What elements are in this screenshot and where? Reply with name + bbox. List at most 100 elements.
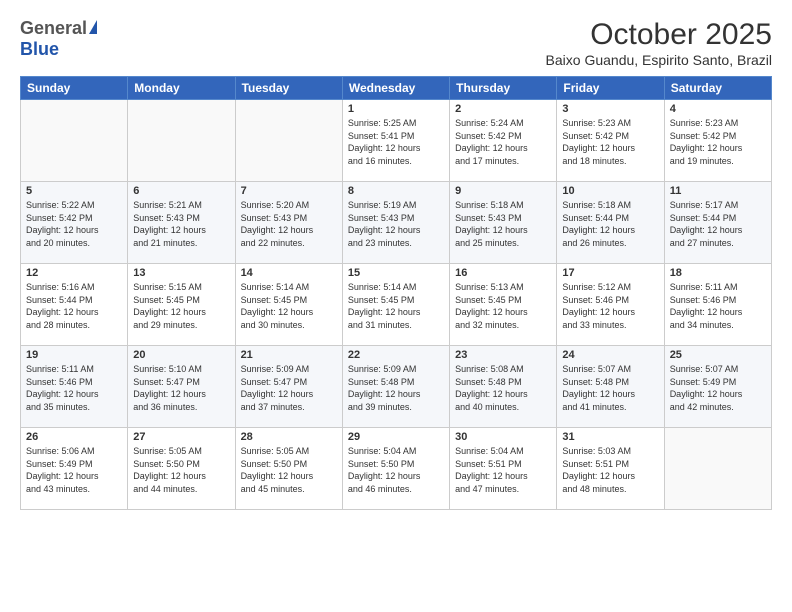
day-number: 22 bbox=[348, 349, 444, 361]
day-info: Sunrise: 5:14 AM Sunset: 5:45 PM Dayligh… bbox=[348, 281, 444, 331]
day-info: Sunrise: 5:20 AM Sunset: 5:43 PM Dayligh… bbox=[241, 199, 337, 249]
day-info: Sunrise: 5:09 AM Sunset: 5:48 PM Dayligh… bbox=[348, 363, 444, 413]
day-number: 11 bbox=[670, 185, 766, 197]
day-cell-1-7: 4Sunrise: 5:23 AM Sunset: 5:42 PM Daylig… bbox=[664, 100, 771, 182]
day-info: Sunrise: 5:19 AM Sunset: 5:43 PM Dayligh… bbox=[348, 199, 444, 249]
day-cell-1-1 bbox=[21, 100, 128, 182]
day-info: Sunrise: 5:18 AM Sunset: 5:43 PM Dayligh… bbox=[455, 199, 551, 249]
day-cell-5-6: 31 Sunrise: 5:03 AM Sunset: 5:51 PM Dayli… bbox=[557, 428, 664, 510]
day-number: 16 bbox=[455, 267, 551, 279]
header-wednesday: Wednesday bbox=[342, 77, 449, 100]
day-cell-1-4: 1Sunrise: 5:25 AM Sunset: 5:41 PM Daylig… bbox=[342, 100, 449, 182]
week-row-2: 5 Sunrise: 5:22 AM Sunset: 5:42 PM Daylig… bbox=[21, 182, 772, 264]
day-info: Sunrise: 5:24 AM Sunset: 5:42 PM Dayligh… bbox=[455, 117, 551, 167]
day-info: Sunrise: 5:11 AM Sunset: 5:46 PM Dayligh… bbox=[26, 363, 122, 413]
day-number: 21 bbox=[241, 349, 337, 361]
day-number: 27 bbox=[133, 431, 229, 443]
day-cell-3-5: 16 Sunrise: 5:13 AM Sunset: 5:45 PM Dayli… bbox=[450, 264, 557, 346]
day-cell-3-1: 12 Sunrise: 5:16 AM Sunset: 5:44 PM Dayli… bbox=[21, 264, 128, 346]
header-tuesday: Tuesday bbox=[235, 77, 342, 100]
day-cell-4-5: 23Sunrise: 5:08 AM Sunset: 5:48 PM Dayli… bbox=[450, 346, 557, 428]
day-info: Sunrise: 5:12 AM Sunset: 5:46 PM Dayligh… bbox=[562, 281, 658, 331]
day-cell-1-6: 3 Sunrise: 5:23 AM Sunset: 5:42 PM Daylig… bbox=[557, 100, 664, 182]
day-info: Sunrise: 5:06 AM Sunset: 5:49 PM Dayligh… bbox=[26, 445, 122, 495]
day-cell-4-1: 19 Sunrise: 5:11 AM Sunset: 5:46 PM Dayli… bbox=[21, 346, 128, 428]
day-info: Sunrise: 5:04 AM Sunset: 5:51 PM Dayligh… bbox=[455, 445, 551, 495]
day-cell-4-6: 24 Sunrise: 5:07 AM Sunset: 5:48 PM Dayli… bbox=[557, 346, 664, 428]
day-cell-2-7: 11 Sunrise: 5:17 AM Sunset: 5:44 PM Dayli… bbox=[664, 182, 771, 264]
day-number: 9 bbox=[455, 185, 551, 197]
day-info: Sunrise: 5:18 AM Sunset: 5:44 PM Dayligh… bbox=[562, 199, 658, 249]
day-cell-4-7: 25Sunrise: 5:07 AM Sunset: 5:49 PM Dayli… bbox=[664, 346, 771, 428]
day-cell-3-7: 18Sunrise: 5:11 AM Sunset: 5:46 PM Dayli… bbox=[664, 264, 771, 346]
day-info: Sunrise: 5:23 AM Sunset: 5:42 PM Dayligh… bbox=[562, 117, 658, 167]
month-title: October 2025 bbox=[546, 18, 772, 52]
day-number: 8 bbox=[348, 185, 444, 197]
day-info: Sunrise: 5:23 AM Sunset: 5:42 PM Dayligh… bbox=[670, 117, 766, 167]
day-number: 28 bbox=[241, 431, 337, 443]
logo-text: General bbox=[20, 18, 97, 39]
day-cell-3-3: 14Sunrise: 5:14 AM Sunset: 5:45 PM Dayli… bbox=[235, 264, 342, 346]
day-info: Sunrise: 5:11 AM Sunset: 5:46 PM Dayligh… bbox=[670, 281, 766, 331]
day-cell-2-6: 10 Sunrise: 5:18 AM Sunset: 5:44 PM Dayli… bbox=[557, 182, 664, 264]
day-info: Sunrise: 5:13 AM Sunset: 5:45 PM Dayligh… bbox=[455, 281, 551, 331]
day-cell-3-6: 17 Sunrise: 5:12 AM Sunset: 5:46 PM Dayli… bbox=[557, 264, 664, 346]
day-info: Sunrise: 5:21 AM Sunset: 5:43 PM Dayligh… bbox=[133, 199, 229, 249]
day-cell-2-1: 5 Sunrise: 5:22 AM Sunset: 5:42 PM Daylig… bbox=[21, 182, 128, 264]
header-saturday: Saturday bbox=[664, 77, 771, 100]
day-number: 30 bbox=[455, 431, 551, 443]
day-info: Sunrise: 5:05 AM Sunset: 5:50 PM Dayligh… bbox=[133, 445, 229, 495]
logo-blue: Blue bbox=[20, 39, 59, 60]
logo-triangle-icon bbox=[89, 20, 97, 34]
day-number: 3 bbox=[562, 103, 658, 115]
title-block: October 2025 Baixo Guandu, Espirito Sant… bbox=[546, 18, 772, 68]
day-info: Sunrise: 5:22 AM Sunset: 5:42 PM Dayligh… bbox=[26, 199, 122, 249]
header: General Blue October 2025 Baixo Guandu, … bbox=[20, 18, 772, 68]
day-info: Sunrise: 5:10 AM Sunset: 5:47 PM Dayligh… bbox=[133, 363, 229, 413]
day-number: 19 bbox=[26, 349, 122, 361]
day-cell-1-2 bbox=[128, 100, 235, 182]
day-cell-5-4: 29Sunrise: 5:04 AM Sunset: 5:50 PM Dayli… bbox=[342, 428, 449, 510]
day-info: Sunrise: 5:17 AM Sunset: 5:44 PM Dayligh… bbox=[670, 199, 766, 249]
day-cell-4-2: 20 Sunrise: 5:10 AM Sunset: 5:47 PM Dayli… bbox=[128, 346, 235, 428]
day-number: 12 bbox=[26, 267, 122, 279]
day-number: 24 bbox=[562, 349, 658, 361]
day-number: 5 bbox=[26, 185, 122, 197]
day-info: Sunrise: 5:07 AM Sunset: 5:49 PM Dayligh… bbox=[670, 363, 766, 413]
day-cell-2-3: 7 Sunrise: 5:20 AM Sunset: 5:43 PM Daylig… bbox=[235, 182, 342, 264]
day-info: Sunrise: 5:08 AM Sunset: 5:48 PM Dayligh… bbox=[455, 363, 551, 413]
day-cell-1-3 bbox=[235, 100, 342, 182]
calendar: Sunday Monday Tuesday Wednesday Thursday… bbox=[20, 76, 772, 510]
week-row-4: 19 Sunrise: 5:11 AM Sunset: 5:46 PM Dayli… bbox=[21, 346, 772, 428]
day-number: 1 bbox=[348, 103, 444, 115]
day-number: 13 bbox=[133, 267, 229, 279]
day-cell-5-2: 27 Sunrise: 5:05 AM Sunset: 5:50 PM Dayli… bbox=[128, 428, 235, 510]
day-info: Sunrise: 5:03 AM Sunset: 5:51 PM Dayligh… bbox=[562, 445, 658, 495]
day-cell-1-5: 2Sunrise: 5:24 AM Sunset: 5:42 PM Daylig… bbox=[450, 100, 557, 182]
day-cell-3-4: 15 Sunrise: 5:14 AM Sunset: 5:45 PM Dayli… bbox=[342, 264, 449, 346]
day-cell-4-3: 21 Sunrise: 5:09 AM Sunset: 5:47 PM Dayli… bbox=[235, 346, 342, 428]
day-number: 31 bbox=[562, 431, 658, 443]
day-number: 17 bbox=[562, 267, 658, 279]
day-number: 26 bbox=[26, 431, 122, 443]
week-row-5: 26 Sunrise: 5:06 AM Sunset: 5:49 PM Dayli… bbox=[21, 428, 772, 510]
day-number: 15 bbox=[348, 267, 444, 279]
day-cell-5-5: 30 Sunrise: 5:04 AM Sunset: 5:51 PM Dayli… bbox=[450, 428, 557, 510]
day-number: 7 bbox=[241, 185, 337, 197]
day-cell-2-4: 8 Sunrise: 5:19 AM Sunset: 5:43 PM Daylig… bbox=[342, 182, 449, 264]
day-info: Sunrise: 5:16 AM Sunset: 5:44 PM Dayligh… bbox=[26, 281, 122, 331]
day-info: Sunrise: 5:15 AM Sunset: 5:45 PM Dayligh… bbox=[133, 281, 229, 331]
week-row-1: 1Sunrise: 5:25 AM Sunset: 5:41 PM Daylig… bbox=[21, 100, 772, 182]
day-info: Sunrise: 5:09 AM Sunset: 5:47 PM Dayligh… bbox=[241, 363, 337, 413]
header-sunday: Sunday bbox=[21, 77, 128, 100]
day-number: 20 bbox=[133, 349, 229, 361]
logo: General Blue bbox=[20, 18, 97, 60]
day-number: 10 bbox=[562, 185, 658, 197]
week-row-3: 12 Sunrise: 5:16 AM Sunset: 5:44 PM Dayli… bbox=[21, 264, 772, 346]
day-number: 29 bbox=[348, 431, 444, 443]
day-info: Sunrise: 5:07 AM Sunset: 5:48 PM Dayligh… bbox=[562, 363, 658, 413]
day-cell-2-2: 6 Sunrise: 5:21 AM Sunset: 5:43 PM Daylig… bbox=[128, 182, 235, 264]
header-friday: Friday bbox=[557, 77, 664, 100]
day-number: 6 bbox=[133, 185, 229, 197]
header-monday: Monday bbox=[128, 77, 235, 100]
